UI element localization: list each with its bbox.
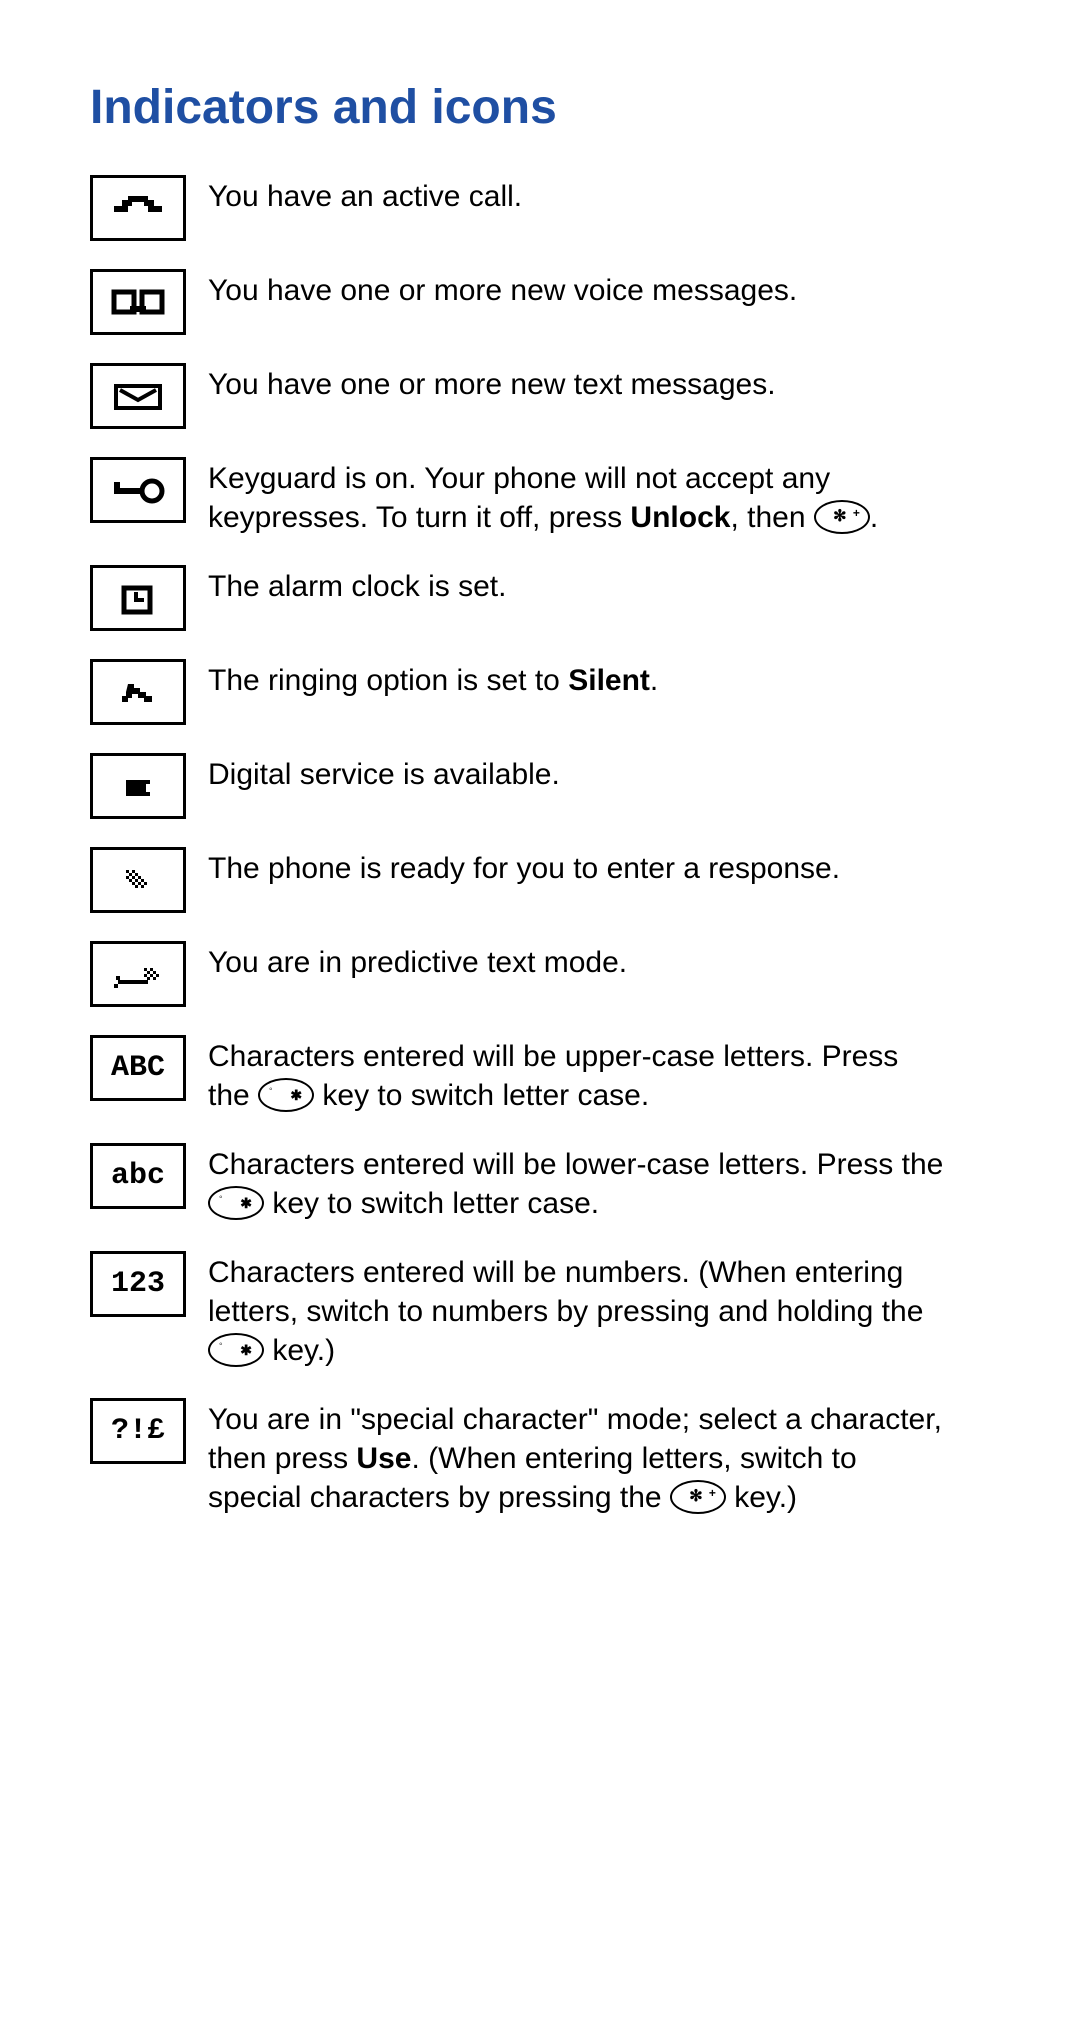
indicator-row: ABC Characters entered will be upper-case… <box>90 1035 990 1115</box>
indicator-row: The phone is ready for you to enter a re… <box>90 847 990 913</box>
indicator-list: You have an active call. You have one or … <box>90 175 990 1517</box>
indicator-description: The ringing option is set to Silent. <box>208 659 658 700</box>
indicator-description: You have one or more new voice messages. <box>208 269 797 310</box>
star-key-icon <box>814 500 870 534</box>
indicator-row: abc Characters entered will be lower-case… <box>90 1143 990 1223</box>
indicator-description: The phone is ready for you to enter a re… <box>208 847 840 888</box>
numbers-icon: 123 <box>90 1251 186 1317</box>
indicator-description: You are in "special character" mode; sel… <box>208 1398 948 1517</box>
indicator-row: You are in predictive text mode. <box>90 941 990 1007</box>
keyguard-icon <box>90 457 186 523</box>
indicator-row: ?!£ You are in "special character" mode; … <box>90 1398 990 1517</box>
hash-key-icon <box>258 1078 314 1112</box>
indicator-row: The alarm clock is set. <box>90 565 990 631</box>
indicator-description: Keyguard is on. Your phone will not acce… <box>208 457 948 537</box>
indicator-description: You are in predictive text mode. <box>208 941 627 982</box>
indicator-row: The ringing option is set to Silent. <box>90 659 990 725</box>
lowercase-icon: abc <box>90 1143 186 1209</box>
voicemail-icon <box>90 269 186 335</box>
active-call-icon <box>90 175 186 241</box>
indicator-description: You have an active call. <box>208 175 522 216</box>
silent-icon <box>90 659 186 725</box>
uppercase-icon: ABC <box>90 1035 186 1101</box>
manual-page: Indicators and icons You have an active … <box>0 0 1080 1517</box>
indicator-row: 123 Characters entered will be numbers. (… <box>90 1251 990 1370</box>
response-icon <box>90 847 186 913</box>
indicator-description: You have one or more new text messages. <box>208 363 776 404</box>
indicator-description: The alarm clock is set. <box>208 565 506 606</box>
special-char-icon: ?!£ <box>90 1398 186 1464</box>
alarm-icon <box>90 565 186 631</box>
indicator-row: You have an active call. <box>90 175 990 241</box>
indicator-description: Characters entered will be lower-case le… <box>208 1143 948 1223</box>
indicator-row: Digital service is available. <box>90 753 990 819</box>
text-message-icon <box>90 363 186 429</box>
hash-key-icon <box>208 1186 264 1220</box>
indicator-description: Digital service is available. <box>208 753 560 794</box>
indicator-row: You have one or more new voice messages. <box>90 269 990 335</box>
page-title: Indicators and icons <box>90 80 990 135</box>
indicator-description: Characters entered will be numbers. (Whe… <box>208 1251 948 1370</box>
indicator-row: Keyguard is on. Your phone will not acce… <box>90 457 990 537</box>
indicator-description: Characters entered will be upper-case le… <box>208 1035 948 1115</box>
star-key-icon <box>670 1480 726 1514</box>
predictive-text-icon <box>90 941 186 1007</box>
hash-key-icon <box>208 1333 264 1367</box>
digital-service-icon <box>90 753 186 819</box>
indicator-row: You have one or more new text messages. <box>90 363 990 429</box>
